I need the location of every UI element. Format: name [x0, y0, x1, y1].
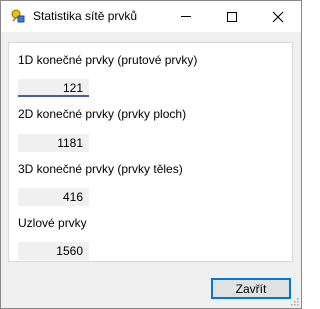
window-title: Statistika sítě prvků	[33, 9, 138, 23]
dialog-window: Statistika sítě prvků 1D konečné prvky (…	[0, 0, 302, 309]
stat-value-nodal[interactable]: 1560	[18, 242, 89, 260]
close-button[interactable]: Zavřít	[211, 278, 291, 299]
statistics-panel: 1D konečné prvky (prutové prvky) 121 2D …	[8, 42, 293, 262]
stat-value-3d[interactable]: 416	[18, 188, 89, 206]
stat-value-1d[interactable]: 121	[18, 79, 89, 97]
app-icon	[10, 8, 26, 24]
resize-grip-icon[interactable]	[289, 296, 299, 306]
stat-value-2d[interactable]: 1181	[18, 134, 89, 152]
stat-label-nodal: Uzlové prvky	[18, 216, 87, 230]
stat-label-2d: 2D konečné prvky (prvky ploch)	[18, 107, 187, 121]
stat-label-3d: 3D konečné prvky (prvky těles)	[18, 162, 183, 176]
dialog-body: 1D konečné prvky (prutové prvky) 121 2D …	[1, 32, 301, 308]
maximize-icon	[227, 11, 237, 22]
title-bar[interactable]: Statistika sítě prvků	[1, 1, 301, 32]
maximize-button[interactable]	[209, 1, 255, 32]
close-icon	[272, 11, 284, 22]
minimize-button[interactable]	[163, 1, 209, 32]
minimize-icon	[181, 16, 191, 17]
close-window-button[interactable]	[255, 1, 301, 32]
stat-label-1d: 1D konečné prvky (prutové prvky)	[18, 53, 198, 67]
